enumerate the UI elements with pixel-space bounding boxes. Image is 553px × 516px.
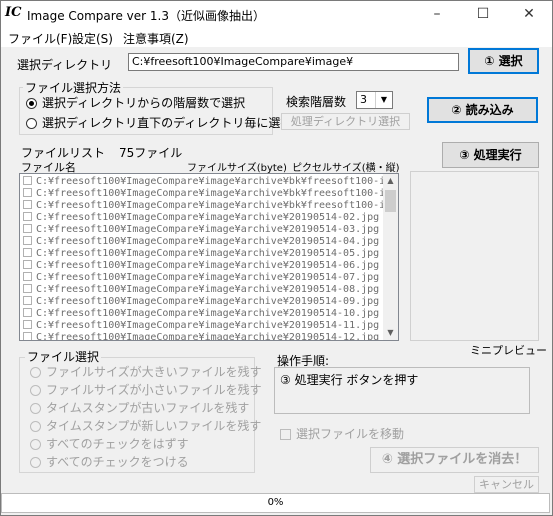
row-filename: C:¥freesoft100¥ImageCompare¥image¥archiv… (36, 284, 380, 295)
search-depth-select[interactable]: 3 ▼ (356, 91, 393, 109)
load-button[interactable]: ② 読み込み (427, 97, 538, 123)
file-select-option[interactable]: ファイルサイズが小さいファイルを残す (30, 381, 262, 398)
search-depth-label: 検索階層数 (286, 95, 347, 109)
cancel-button[interactable]: キャンセル (474, 476, 539, 493)
select-directory-button[interactable]: ① 選択 (468, 48, 539, 74)
row-filename: C:¥freesoft100¥ImageCompare¥image¥archiv… (36, 272, 380, 283)
file-select-option[interactable]: ファイルサイズが大きいファイルを残す (30, 363, 262, 380)
menu-settings[interactable]: 設定(S) (72, 30, 113, 47)
mini-preview-area (410, 171, 539, 341)
process-directory-button[interactable]: 処理ディレクトリ選択 (281, 113, 410, 130)
file-select-option[interactable]: タイムスタンプが新しいファイルを残す (30, 417, 261, 434)
table-row[interactable]: C:¥freesoft100¥ImageCompare¥image¥archiv… (21, 296, 383, 308)
row-checkbox[interactable] (23, 212, 32, 221)
file-list-rows: C:¥freesoft100¥ImageCompare¥image¥archiv… (21, 176, 383, 341)
scroll-down-icon[interactable]: ▼ (383, 326, 398, 340)
mini-preview-label: ミニプレビュー (470, 344, 547, 357)
window-title: Image Compare ver 1.3（近似画像抽出） (27, 9, 265, 23)
chevron-down-icon: ▼ (375, 92, 392, 108)
file-list-scrollbar[interactable]: ▲ ▼ (383, 174, 398, 340)
radio-select-by-subdir[interactable]: 選択ディレクトリ直下のディレクトリ毎に選択 (26, 114, 292, 131)
directory-field[interactable]: C:¥freesoft100¥ImageCompare¥image¥ (128, 53, 459, 71)
row-filename: C:¥freesoft100¥ImageCompare¥image¥archiv… (36, 176, 383, 187)
procedure-text: ③ 処理実行 ボタンを押す (280, 373, 419, 387)
radio-select-by-depth[interactable]: 選択ディレクトリからの階層数で選択 (26, 94, 245, 111)
radio-icon (30, 439, 41, 450)
procedure-box: ③ 処理実行 ボタンを押す (274, 367, 530, 414)
radio-icon (30, 403, 41, 414)
row-checkbox[interactable] (23, 248, 32, 257)
row-filename: C:¥freesoft100¥ImageCompare¥image¥archiv… (36, 248, 380, 259)
row-filename: C:¥freesoft100¥ImageCompare¥image¥archiv… (36, 296, 380, 307)
table-row[interactable]: C:¥freesoft100¥ImageCompare¥image¥archiv… (21, 236, 383, 248)
radio-icon (30, 421, 41, 432)
row-checkbox[interactable] (23, 188, 32, 197)
row-filename: C:¥freesoft100¥ImageCompare¥image¥archiv… (36, 200, 383, 211)
scroll-thumb[interactable] (385, 190, 396, 212)
menu-notes[interactable]: 注意事項(Z) (123, 30, 189, 47)
row-checkbox[interactable] (23, 284, 32, 293)
menu-file[interactable]: ファイル(F) (8, 30, 72, 47)
row-checkbox[interactable] (23, 272, 32, 281)
row-checkbox[interactable] (23, 260, 32, 269)
table-row[interactable]: C:¥freesoft100¥ImageCompare¥image¥archiv… (21, 248, 383, 260)
app-window: IC Image Compare ver 1.3（近似画像抽出） – ☐ ✕ フ… (0, 0, 553, 516)
row-filename: C:¥freesoft100¥ImageCompare¥image¥archiv… (36, 224, 380, 235)
radio-icon (30, 385, 41, 396)
checkbox-icon (280, 429, 291, 440)
file-count: 75ファイル (119, 146, 183, 160)
row-checkbox[interactable] (23, 296, 32, 305)
row-checkbox[interactable] (23, 200, 32, 209)
delete-selected-button[interactable]: ④ 選択ファイルを消去！ (370, 447, 539, 473)
move-files-checkbox[interactable]: 選択ファイルを移動 (280, 425, 404, 442)
title-bar: IC Image Compare ver 1.3（近似画像抽出） – ☐ ✕ (1, 1, 552, 29)
row-filename: C:¥freesoft100¥ImageCompare¥image¥archiv… (36, 188, 383, 199)
progress-text: 0% (267, 497, 284, 508)
table-row[interactable]: C:¥freesoft100¥ImageCompare¥image¥archiv… (21, 200, 383, 212)
row-filename: C:¥freesoft100¥ImageCompare¥image¥archiv… (36, 320, 380, 331)
file-select-option[interactable]: タイムスタンプが古いファイルを残す (30, 399, 249, 416)
app-logo: IC (5, 5, 22, 20)
column-header-filesize[interactable]: ファイルサイズ(byte) (187, 159, 287, 174)
minimize-button[interactable]: – (414, 1, 460, 29)
row-checkbox[interactable] (23, 332, 32, 340)
file-list[interactable]: C:¥freesoft100¥ImageCompare¥image¥archiv… (19, 173, 399, 341)
radio-icon (26, 118, 37, 129)
row-checkbox[interactable] (23, 236, 32, 245)
search-depth-value: 3 (360, 93, 367, 106)
row-filename: C:¥freesoft100¥ImageCompare¥image¥archiv… (36, 260, 380, 271)
row-checkbox[interactable] (23, 308, 32, 317)
table-row[interactable]: C:¥freesoft100¥ImageCompare¥image¥archiv… (21, 260, 383, 272)
table-row[interactable]: C:¥freesoft100¥ImageCompare¥image¥archiv… (21, 332, 383, 341)
table-row[interactable]: C:¥freesoft100¥ImageCompare¥image¥archiv… (21, 308, 383, 320)
progress-bar: 0% (1, 493, 550, 513)
row-filename: C:¥freesoft100¥ImageCompare¥image¥archiv… (36, 212, 380, 223)
row-filename: C:¥freesoft100¥ImageCompare¥image¥archiv… (36, 332, 380, 341)
file-select-option[interactable]: すべてのチェックをはずす (30, 435, 189, 452)
table-row[interactable]: C:¥freesoft100¥ImageCompare¥image¥archiv… (21, 176, 383, 188)
table-row[interactable]: C:¥freesoft100¥ImageCompare¥image¥archiv… (21, 320, 383, 332)
row-checkbox[interactable] (23, 224, 32, 233)
radio-icon (26, 98, 37, 109)
row-checkbox[interactable] (23, 176, 32, 185)
menu-bar: ファイル(F) 設定(S) 注意事項(Z) (1, 29, 552, 47)
table-row[interactable]: C:¥freesoft100¥ImageCompare¥image¥archiv… (21, 284, 383, 296)
table-row[interactable]: C:¥freesoft100¥ImageCompare¥image¥archiv… (21, 272, 383, 284)
row-filename: C:¥freesoft100¥ImageCompare¥image¥archiv… (36, 236, 380, 247)
row-checkbox[interactable] (23, 320, 32, 329)
close-button[interactable]: ✕ (506, 1, 552, 29)
directory-label: 選択ディレクトリ (17, 58, 113, 72)
row-filename: C:¥freesoft100¥ImageCompare¥image¥archiv… (36, 308, 380, 319)
execute-button[interactable]: ③ 処理実行 (442, 142, 539, 168)
table-row[interactable]: C:¥freesoft100¥ImageCompare¥image¥archiv… (21, 212, 383, 224)
table-row[interactable]: C:¥freesoft100¥ImageCompare¥image¥archiv… (21, 224, 383, 236)
radio-icon (30, 367, 41, 378)
column-header-pixelsize[interactable]: ピクセルサイズ(横・縦) (292, 159, 400, 174)
maximize-button[interactable]: ☐ (460, 1, 506, 29)
scroll-up-icon[interactable]: ▲ (383, 174, 398, 188)
file-select-option[interactable]: すべてのチェックをつける (30, 453, 189, 470)
table-row[interactable]: C:¥freesoft100¥ImageCompare¥image¥archiv… (21, 188, 383, 200)
radio-icon (30, 457, 41, 468)
